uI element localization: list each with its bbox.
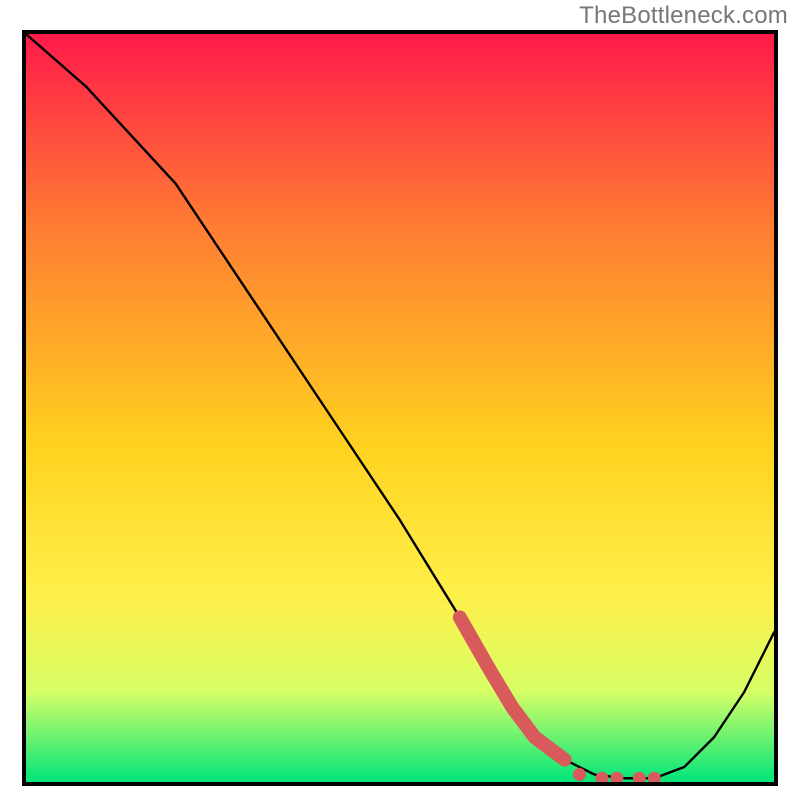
watermark-text: TheBottleneck.com <box>579 2 788 30</box>
plot-area <box>22 30 778 786</box>
chart-stage: TheBottleneck.com <box>0 0 800 800</box>
gradient-rect <box>26 34 774 782</box>
bottom-dot <box>573 768 586 781</box>
chart-svg <box>26 34 774 782</box>
